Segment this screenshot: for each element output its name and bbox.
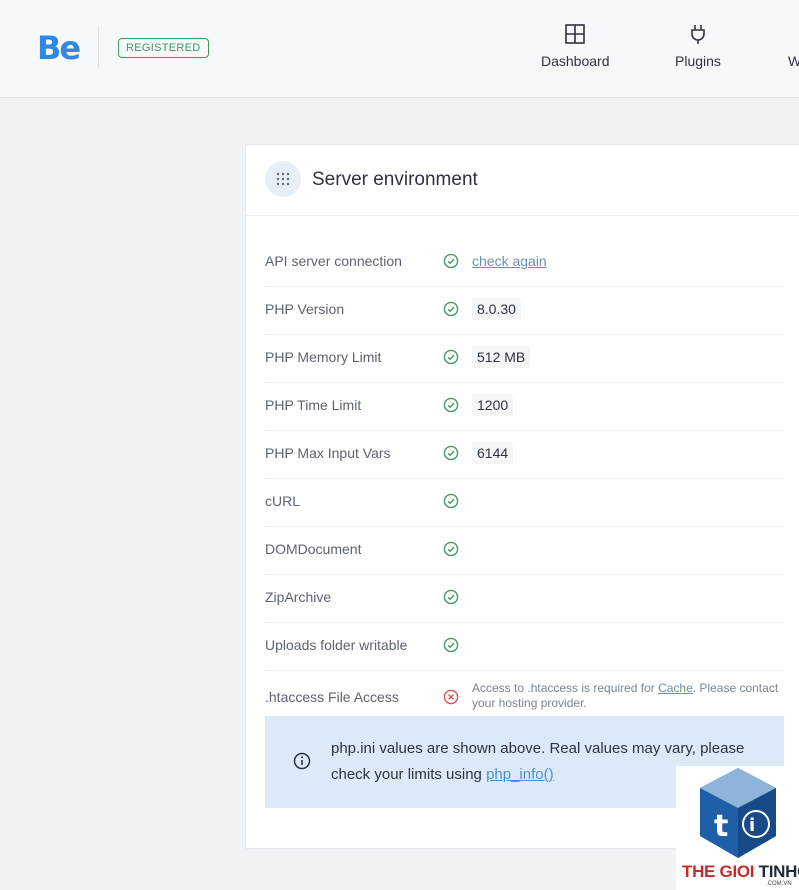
row-label: PHP Version (265, 301, 345, 317)
card-header: Server environment (246, 145, 799, 216)
row-value: 6144 (472, 442, 514, 464)
cube-logo-icon: t i (700, 768, 776, 858)
row-label: DOMDocument (265, 541, 362, 557)
plug-icon (691, 25, 705, 44)
svg-text:i: i (749, 815, 755, 836)
watermark-logo: t i THE GIOI TINHOC .COM.VN (676, 766, 799, 890)
row-value: 512 MB (472, 346, 531, 368)
nav-dashboard[interactable]: Dashboard (541, 22, 610, 70)
watermark-text-b: TINHOC (758, 862, 799, 881)
row-label: .htaccess File Access (265, 689, 399, 705)
env-rows: API server connection check again PHP Ve… (265, 239, 784, 725)
divider (98, 26, 99, 68)
row-label: ZipArchive (265, 589, 332, 605)
info-icon (293, 752, 311, 770)
row-label: PHP Time Limit (265, 397, 362, 413)
check-circle-icon (443, 445, 459, 461)
row-label: PHP Max Input Vars (265, 445, 391, 461)
row-api-server: API server connection check again (265, 239, 784, 287)
nav-plugins[interactable]: Plugins (675, 22, 721, 70)
row-value: 1200 (472, 394, 514, 416)
row-label: Uploads folder writable (265, 637, 408, 653)
row-php-time-limit: PHP Time Limit 1200 (265, 383, 784, 431)
check-circle-icon (443, 589, 459, 605)
logo[interactable]: Be (37, 30, 81, 66)
row-label: PHP Memory Limit (265, 349, 382, 365)
htaccess-note: Access to .htaccess is required for Cach… (472, 681, 782, 711)
grid-dots-icon (265, 161, 301, 197)
row-php-memory-limit: PHP Memory Limit 512 MB (265, 335, 784, 383)
svg-text:t: t (714, 809, 728, 844)
row-ziparchive: ZipArchive (265, 575, 784, 623)
server-environment-card: Server environment API server connection… (245, 144, 799, 849)
watermark-text-a: THE GIOI (682, 862, 759, 881)
row-label: cURL (265, 493, 301, 509)
row-php-version: PHP Version 8.0.30 (265, 287, 784, 335)
row-php-max-input-vars: PHP Max Input Vars 6144 (265, 431, 784, 479)
check-circle-icon (443, 541, 459, 557)
nav-dashboard-label: Dashboard (541, 53, 610, 69)
dashboard-icon (565, 24, 586, 44)
check-circle-icon (443, 301, 459, 317)
watermark-sub: .COM.VN (766, 881, 792, 887)
row-value: 8.0.30 (472, 298, 521, 320)
watermark-text: THE GIOI TINHOC (682, 862, 799, 882)
check-circle-icon (443, 349, 459, 365)
nav-item-cut-label: W (788, 53, 799, 69)
php-info-link[interactable]: php_info() (486, 766, 554, 783)
check-circle-icon (443, 637, 459, 653)
top-bar: Be REGISTERED Dashboard Plugins W (0, 0, 799, 98)
check-circle-icon (443, 397, 459, 413)
nav-item-cut[interactable]: W (788, 52, 799, 70)
row-uploads-writable: Uploads folder writable (265, 623, 784, 671)
check-circle-icon (443, 253, 459, 269)
row-curl: cURL (265, 479, 784, 527)
check-circle-icon (443, 493, 459, 509)
registered-badge: REGISTERED (118, 38, 209, 58)
check-again-link[interactable]: check again (472, 253, 547, 269)
error-circle-icon (443, 689, 459, 705)
row-domdocument: DOMDocument (265, 527, 784, 575)
nav-plugins-label: Plugins (675, 53, 721, 69)
note-text-before: Access to .htaccess is required for (472, 681, 659, 695)
card-title: Server environment (312, 169, 478, 190)
row-label: API server connection (265, 253, 402, 269)
cache-link[interactable]: Cache (658, 681, 693, 695)
